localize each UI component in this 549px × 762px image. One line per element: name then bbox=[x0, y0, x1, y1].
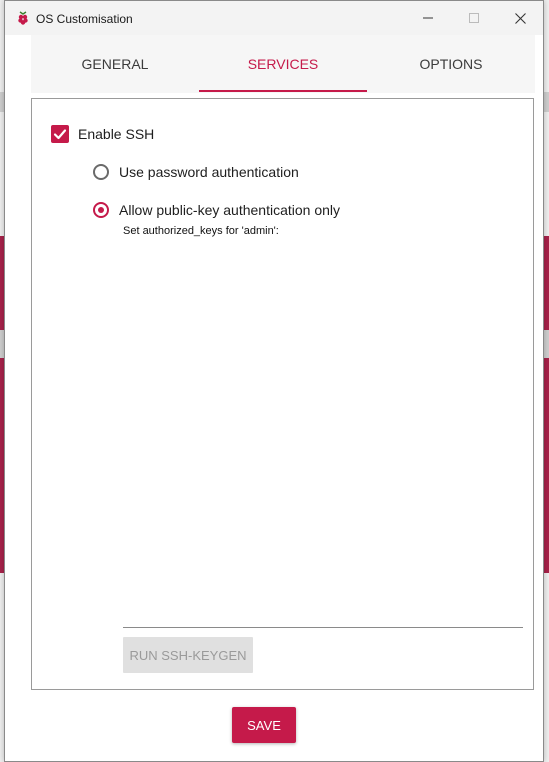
minimize-button[interactable] bbox=[405, 1, 451, 35]
minimize-icon bbox=[423, 17, 433, 19]
active-tab-indicator bbox=[199, 90, 367, 92]
services-panel: Enable SSH Use password authentication A… bbox=[31, 98, 534, 690]
password-auth-label: Use password authentication bbox=[119, 164, 299, 180]
authorized-keys-textarea[interactable] bbox=[123, 241, 523, 628]
save-button[interactable]: SAVE bbox=[232, 707, 296, 743]
tab-options[interactable]: OPTIONS bbox=[367, 35, 535, 93]
password-auth-radio[interactable] bbox=[93, 164, 109, 180]
enable-ssh-checkbox[interactable] bbox=[51, 125, 69, 143]
os-customisation-dialog: OS Customisation GENERAL SERVICES OPTION… bbox=[4, 0, 544, 762]
enable-ssh-label: Enable SSH bbox=[78, 126, 155, 142]
maximize-button[interactable] bbox=[451, 1, 497, 35]
checkmark-icon bbox=[53, 129, 67, 140]
window-title: OS Customisation bbox=[36, 12, 133, 26]
tab-services[interactable]: SERVICES bbox=[199, 35, 367, 93]
public-key-auth-radio[interactable] bbox=[93, 202, 109, 218]
close-button[interactable] bbox=[497, 1, 543, 35]
run-ssh-keygen-button[interactable]: RUN SSH-KEYGEN bbox=[123, 637, 253, 673]
maximize-icon bbox=[469, 13, 479, 23]
title-bar: OS Customisation bbox=[5, 1, 543, 35]
authorized-keys-label: Set authorized_keys for 'admin': bbox=[123, 225, 279, 237]
tab-general[interactable]: GENERAL bbox=[31, 35, 199, 93]
raspberry-icon bbox=[18, 11, 28, 25]
public-key-auth-label: Allow public-key authentication only bbox=[119, 202, 341, 218]
tab-bar: GENERAL SERVICES OPTIONS bbox=[31, 35, 535, 93]
close-icon bbox=[514, 12, 526, 24]
